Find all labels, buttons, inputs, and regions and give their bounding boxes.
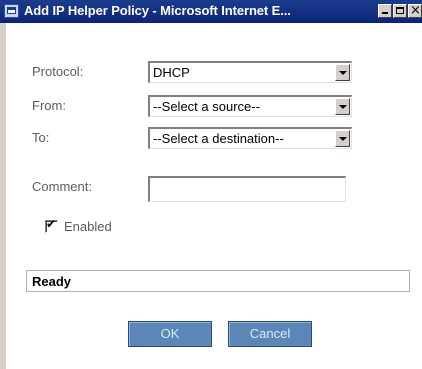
status-text: Ready bbox=[32, 274, 72, 289]
ok-button[interactable]: OK bbox=[128, 321, 212, 347]
protocol-select-value: DHCP bbox=[153, 65, 190, 80]
checkmark-icon: ✔ bbox=[46, 217, 57, 231]
comment-field[interactable] bbox=[148, 176, 346, 202]
comment-label: Comment: bbox=[32, 179, 92, 194]
chevron-down-icon[interactable] bbox=[335, 64, 350, 81]
dialog-window: Add IP Helper Policy - Microsoft Interne… bbox=[0, 0, 422, 369]
from-label: From: bbox=[32, 98, 66, 113]
minimize-icon[interactable] bbox=[378, 4, 392, 18]
protocol-label: Protocol: bbox=[32, 64, 84, 79]
title-bar[interactable]: Add IP Helper Policy - Microsoft Interne… bbox=[0, 0, 422, 23]
status-bar: Ready bbox=[26, 270, 410, 292]
from-select[interactable]: --Select a source-- bbox=[148, 95, 352, 117]
window-title: Add IP Helper Policy - Microsoft Interne… bbox=[24, 3, 291, 18]
cancel-button[interactable]: Cancel bbox=[228, 321, 312, 347]
maximize-icon[interactable] bbox=[393, 4, 407, 18]
protocol-select[interactable]: DHCP bbox=[148, 61, 352, 83]
ie-window-icon bbox=[4, 4, 19, 18]
to-label: To: bbox=[32, 130, 50, 145]
from-select-value: --Select a source-- bbox=[153, 99, 260, 114]
to-select-value: --Select a destination-- bbox=[153, 131, 284, 146]
chevron-down-icon[interactable] bbox=[335, 98, 350, 115]
to-select[interactable]: --Select a destination-- bbox=[148, 127, 352, 149]
chevron-down-icon[interactable] bbox=[335, 130, 350, 147]
enabled-checkbox[interactable]: ✔ bbox=[45, 217, 58, 233]
enabled-label: Enabled bbox=[64, 219, 112, 234]
dialog-content: Protocol: DHCP From: --Select a source--… bbox=[0, 23, 422, 369]
close-icon[interactable] bbox=[408, 1, 422, 21]
